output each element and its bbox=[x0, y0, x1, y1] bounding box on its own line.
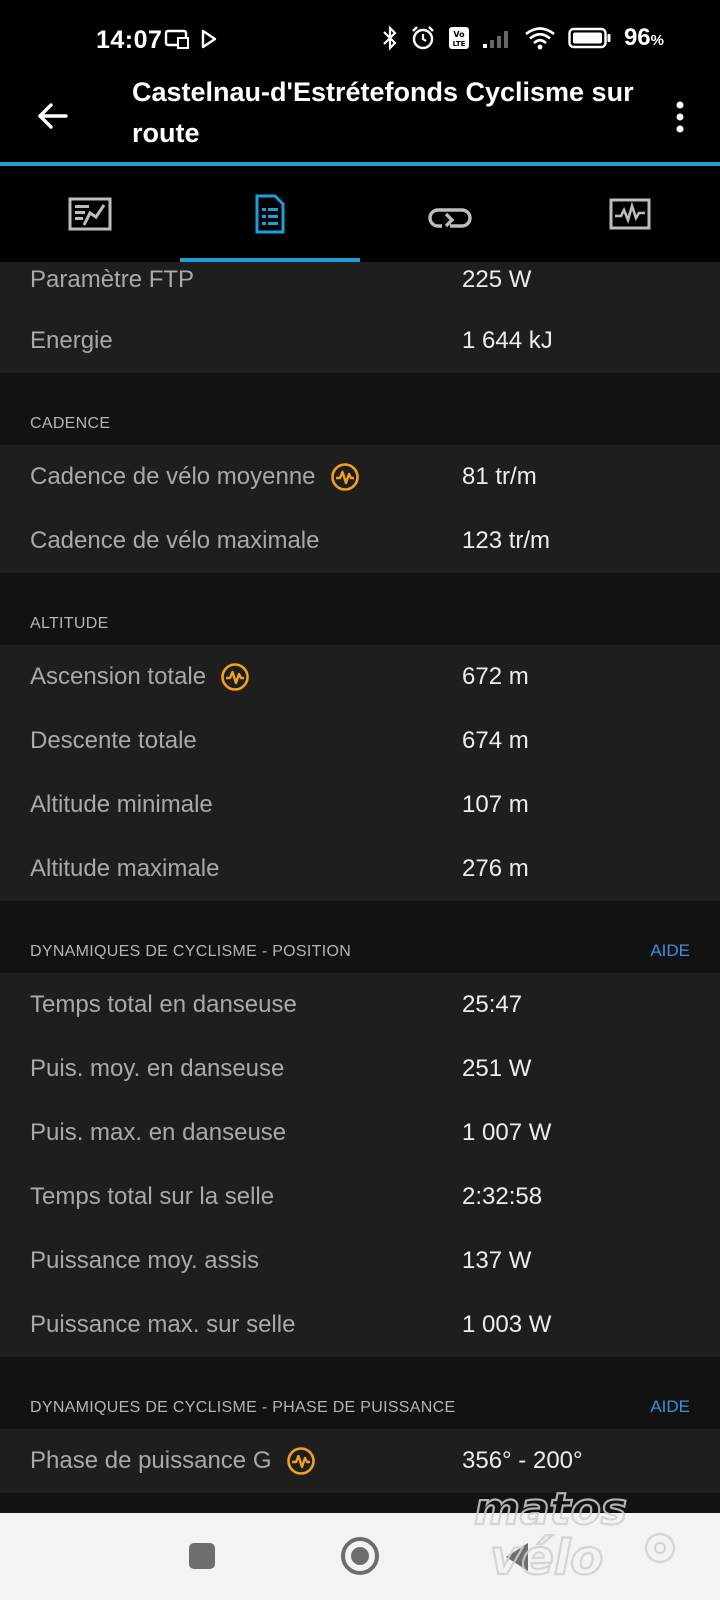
stat-row: Phase de puissance G 356° - 200° bbox=[0, 1429, 720, 1493]
stat-row: Puissance moy. assis 137 W bbox=[0, 1229, 720, 1293]
stat-row: Ascension totale 672 m bbox=[0, 645, 720, 709]
power-meter-icon[interactable] bbox=[220, 662, 250, 692]
stat-row: Altitude maximale 276 m bbox=[0, 837, 720, 901]
stat-row-ftp: Paramètre FTP 225 W bbox=[0, 262, 720, 317]
bluetooth-icon bbox=[383, 25, 397, 51]
section-header-cadence: CADENCE bbox=[0, 373, 720, 445]
stat-label: Temps total sur la selle bbox=[30, 1183, 275, 1210]
system-nav-bar bbox=[0, 1513, 720, 1600]
volte-icon: Vo LTE bbox=[448, 27, 469, 49]
stat-label: Energie bbox=[30, 327, 113, 354]
wifi-icon bbox=[525, 27, 555, 50]
stat-label: Puissance moy. assis bbox=[30, 1247, 259, 1274]
signal-icon bbox=[482, 31, 508, 48]
svg-text:LTE: LTE bbox=[453, 40, 466, 48]
overview-chart-icon bbox=[68, 197, 112, 231]
stat-label: Ascension totale bbox=[30, 663, 207, 690]
recents-button[interactable] bbox=[189, 1543, 215, 1569]
page-title: Castelnau-d'Estrétefonds Cyclisme sur ro… bbox=[132, 77, 634, 148]
section-title: DYNAMIQUES DE CYCLISME - PHASE DE PUISSA… bbox=[30, 1399, 456, 1416]
status-time: 14:07 bbox=[96, 26, 163, 54]
stat-value: 672 m bbox=[462, 663, 529, 690]
stat-value: 356° - 200° bbox=[462, 1447, 583, 1474]
tab-graphs[interactable] bbox=[540, 166, 720, 262]
stat-value: 251 W bbox=[462, 1055, 532, 1082]
stat-row: Puis. max. en danseuse 1 007 W bbox=[0, 1101, 720, 1165]
stat-row: Cadence de vélo maximale 123 tr/m bbox=[0, 509, 720, 573]
tab-bar bbox=[0, 166, 720, 262]
laps-icon bbox=[428, 208, 472, 228]
back-button[interactable] bbox=[30, 94, 74, 138]
cast-icon bbox=[164, 29, 189, 49]
svg-text:Vo: Vo bbox=[453, 30, 465, 39]
battery-level: 96% bbox=[623, 24, 664, 51]
stat-value: 25:47 bbox=[462, 991, 523, 1018]
home-button[interactable] bbox=[341, 1537, 379, 1575]
arrow-back-icon bbox=[38, 103, 68, 129]
stat-value: 107 m bbox=[462, 791, 529, 818]
stat-value: 674 m bbox=[462, 727, 529, 754]
stat-value: 1 003 W bbox=[462, 1311, 552, 1338]
stat-label: Puis. moy. en danseuse bbox=[30, 1055, 285, 1082]
stat-row: Temps total sur la selle 2:32:58 bbox=[0, 1165, 720, 1229]
more-options-button[interactable] bbox=[668, 94, 692, 140]
stat-row: Puissance max. sur selle 1 003 W bbox=[0, 1293, 720, 1357]
stat-value: 1 007 W bbox=[462, 1119, 552, 1146]
stat-value: 2:32:58 bbox=[462, 1183, 543, 1210]
stat-label: Cadence de vélo maximale bbox=[30, 527, 320, 554]
nav-back-button[interactable] bbox=[506, 1543, 528, 1571]
stat-label: Temps total en danseuse bbox=[30, 991, 297, 1018]
stat-value: 225 W bbox=[462, 266, 532, 293]
status-bar: 14:07 Vo LTE 96% bbox=[0, 0, 720, 80]
stat-value: 1 644 kJ bbox=[462, 327, 553, 354]
battery-icon bbox=[568, 27, 611, 49]
help-link[interactable]: AIDE bbox=[650, 1397, 690, 1417]
tab-overview[interactable] bbox=[0, 166, 180, 262]
stat-row: Altitude minimale 107 m bbox=[0, 773, 720, 837]
power-meter-icon[interactable] bbox=[286, 1446, 316, 1476]
power-meter-icon[interactable] bbox=[330, 462, 360, 492]
app-bar: Castelnau-d'Estrétefonds Cyclisme sur ro… bbox=[0, 77, 720, 162]
stat-value: 81 tr/m bbox=[462, 463, 537, 490]
stat-value: 123 tr/m bbox=[462, 527, 551, 554]
play-store-icon bbox=[201, 29, 217, 49]
section-title: CADENCE bbox=[30, 415, 111, 432]
stats-content[interactable]: Paramètre FTP 225 W Energie 1 644 kJ CAD… bbox=[0, 262, 720, 1513]
stat-label: Puis. max. en danseuse bbox=[30, 1119, 287, 1146]
more-vert-icon bbox=[676, 101, 684, 133]
stat-row: Descente totale 674 m bbox=[0, 709, 720, 773]
graphs-icon bbox=[609, 198, 651, 230]
section-header-dynamics-position: DYNAMIQUES DE CYCLISME - POSITION AIDE bbox=[0, 901, 720, 973]
stat-row: Temps total en danseuse 25:47 bbox=[0, 973, 720, 1037]
stat-row: Cadence de vélo moyenne 81 tr/m bbox=[0, 445, 720, 509]
section-header-altitude: ALTITUDE bbox=[0, 573, 720, 645]
stats-list-icon bbox=[255, 194, 285, 234]
stat-label: Cadence de vélo moyenne bbox=[30, 463, 316, 490]
stat-label: Altitude minimale bbox=[30, 791, 213, 818]
stat-label: Altitude maximale bbox=[30, 855, 220, 882]
stat-label: Paramètre FTP bbox=[30, 266, 195, 293]
stat-row: Puis. moy. en danseuse 251 W bbox=[0, 1037, 720, 1101]
section-title: ALTITUDE bbox=[30, 615, 109, 632]
alarm-icon bbox=[412, 26, 434, 50]
stat-label: Descente totale bbox=[30, 727, 197, 754]
stat-value: 276 m bbox=[462, 855, 529, 882]
stat-label: Phase de puissance G bbox=[30, 1447, 272, 1474]
tab-stats[interactable] bbox=[180, 166, 360, 262]
tab-laps[interactable] bbox=[360, 166, 540, 262]
section-title: DYNAMIQUES DE CYCLISME - POSITION bbox=[30, 943, 352, 960]
help-link[interactable]: AIDE bbox=[650, 941, 690, 961]
stat-value: 137 W bbox=[462, 1247, 532, 1274]
stat-label: Puissance max. sur selle bbox=[30, 1311, 296, 1338]
stat-row-energy: Energie 1 644 kJ bbox=[0, 317, 720, 373]
section-header-dynamics-phase: DYNAMIQUES DE CYCLISME - PHASE DE PUISSA… bbox=[0, 1357, 720, 1429]
